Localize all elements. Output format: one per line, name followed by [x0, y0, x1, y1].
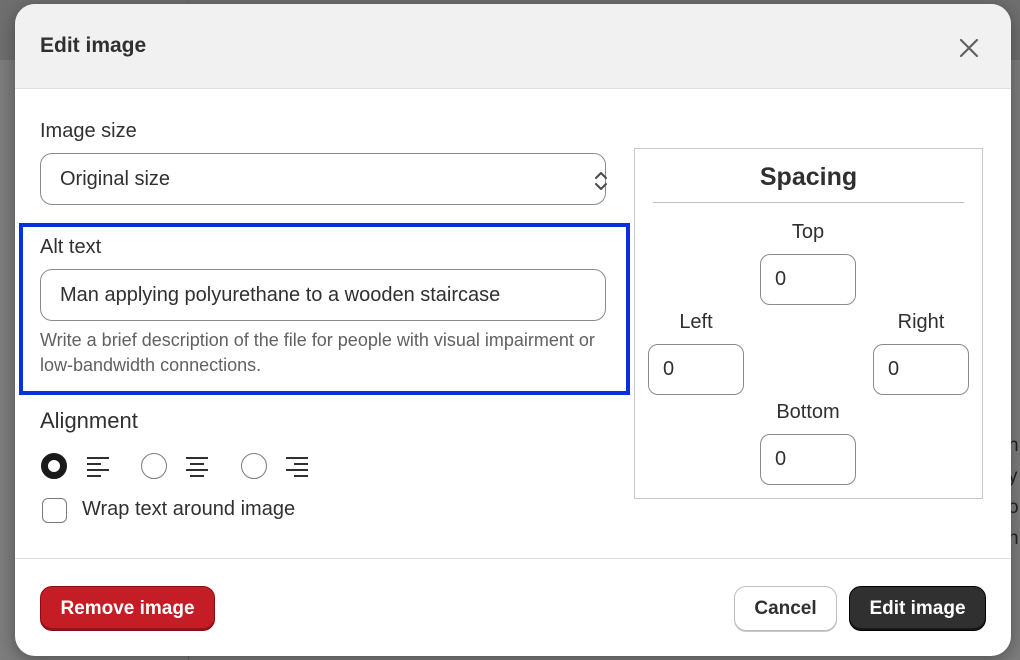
alignment-label: Alignment [40, 408, 138, 433]
footer-divider [15, 558, 1011, 559]
wrap-text-label: Wrap text around image [82, 498, 296, 520]
cancel-button[interactable]: Cancel [734, 586, 837, 631]
wrap-text-checkbox[interactable] [42, 498, 67, 523]
spacing-top-input[interactable] [760, 254, 856, 305]
align-center-icon [186, 457, 208, 477]
spacing-left-label: Left [679, 311, 713, 333]
align-right-radio[interactable] [241, 453, 267, 479]
image-size-value: Original size [60, 168, 171, 190]
edit-image-button[interactable]: Edit image [849, 586, 986, 631]
spacing-right-input[interactable] [873, 344, 969, 395]
image-size-label: Image size [40, 120, 137, 142]
align-left-icon [87, 457, 109, 477]
align-right-icon [286, 457, 308, 477]
spacing-panel: Spacing Top Left Right Bottom [634, 148, 983, 499]
spacing-right-label: Right [897, 311, 945, 333]
spacing-bottom-label: Bottom [776, 401, 840, 423]
close-icon [959, 38, 979, 58]
spacing-divider [653, 202, 964, 203]
modal-header: Edit image [15, 4, 1011, 89]
spacing-bottom-input[interactable] [760, 434, 856, 485]
align-left-radio[interactable] [41, 453, 67, 479]
alt-text-label: Alt text [40, 236, 102, 258]
spacing-top-label: Top [791, 221, 825, 243]
select-chevron-icon [595, 172, 607, 190]
edit-image-modal: Edit image Image size Original size Alt … [15, 4, 1011, 656]
modal-title: Edit image [40, 34, 147, 57]
align-center-radio[interactable] [141, 453, 167, 479]
alt-text-help: Write a brief description of the file fo… [40, 330, 595, 375]
close-button[interactable] [953, 32, 985, 64]
spacing-left-input[interactable] [648, 344, 744, 395]
alt-text-input[interactable] [40, 269, 606, 321]
remove-image-button[interactable]: Remove image [40, 586, 215, 631]
spacing-title: Spacing [759, 163, 858, 191]
image-size-select[interactable]: Original size [40, 153, 607, 205]
